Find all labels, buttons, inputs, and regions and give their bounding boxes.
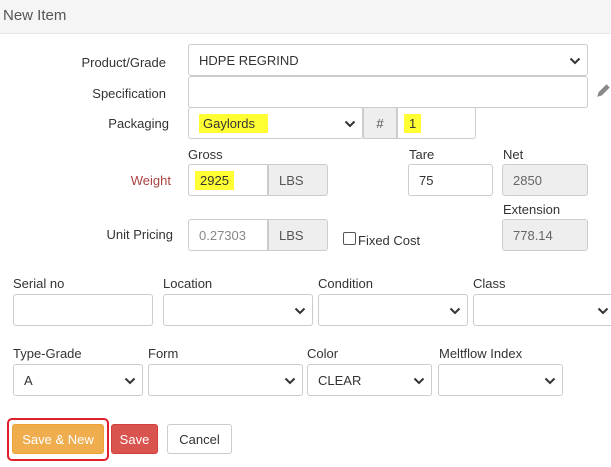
- chevron-down-icon: [569, 56, 581, 66]
- meltflow-index-select[interactable]: [438, 364, 563, 396]
- product-grade-select[interactable]: HDPE REGRIND: [188, 44, 588, 76]
- modal-header: New Item: [0, 0, 611, 34]
- type-grade-label: Type-Grade: [13, 346, 82, 361]
- unit-price-input[interactable]: 0.27303: [188, 219, 268, 251]
- modal-title: New Item: [3, 7, 67, 24]
- fixed-cost-checkbox[interactable]: [343, 232, 356, 245]
- product-grade-label: Product/Grade: [81, 55, 166, 70]
- pencil-icon[interactable]: [596, 83, 611, 101]
- meltflow-index-label: Meltflow Index: [439, 346, 523, 361]
- class-select[interactable]: [473, 294, 611, 326]
- packaging-select[interactable]: Gaylords: [188, 107, 363, 139]
- packaging-label: Packaging: [108, 116, 169, 131]
- class-label: Class: [473, 276, 506, 291]
- serial-no-label: Serial no: [13, 276, 65, 291]
- form-label: Form: [148, 346, 179, 361]
- gross-label: Gross: [188, 147, 223, 162]
- cancel-button[interactable]: Cancel: [167, 424, 232, 454]
- color-value: CLEAR: [318, 372, 362, 388]
- chevron-down-icon: [413, 376, 425, 386]
- save-and-new-button[interactable]: Save & New: [12, 424, 104, 454]
- extension-label: Extension: [503, 202, 561, 217]
- chevron-down-icon: [597, 306, 609, 316]
- specification-input[interactable]: [188, 76, 588, 108]
- chevron-down-icon: [344, 119, 356, 129]
- gross-weight-value: 2925: [195, 170, 234, 190]
- extension-field: 778.14: [502, 219, 588, 251]
- form-select[interactable]: [148, 364, 303, 396]
- net-weight-field: 2850: [502, 164, 588, 196]
- condition-label: Condition: [318, 276, 373, 291]
- color-label: Color: [307, 346, 339, 361]
- tare-input[interactable]: 75: [408, 164, 493, 196]
- color-select[interactable]: CLEAR: [307, 364, 432, 396]
- packaging-value: Gaylords: [199, 113, 269, 133]
- tare-label: Tare: [409, 147, 435, 162]
- weight-label: Weight: [130, 173, 171, 188]
- specification-label: Specification: [92, 86, 166, 101]
- packaging-count-value: 1: [404, 113, 422, 133]
- location-select[interactable]: [163, 294, 313, 326]
- type-grade-value: A: [24, 372, 33, 388]
- save-button[interactable]: Save: [111, 424, 158, 454]
- packaging-count-input[interactable]: 1: [397, 107, 476, 139]
- serial-no-input[interactable]: [13, 294, 153, 326]
- chevron-down-icon: [294, 306, 306, 316]
- product-grade-value: HDPE REGRIND: [199, 52, 299, 68]
- condition-select[interactable]: [318, 294, 468, 326]
- gross-unit: LBS: [268, 164, 328, 196]
- type-grade-select[interactable]: A: [13, 364, 143, 396]
- chevron-down-icon: [284, 376, 296, 386]
- chevron-down-icon: [449, 306, 461, 316]
- chevron-down-icon: [544, 376, 556, 386]
- net-label: Net: [503, 147, 524, 162]
- chevron-down-icon: [124, 376, 136, 386]
- location-label: Location: [163, 276, 213, 291]
- unit-price-unit: LBS: [268, 219, 328, 251]
- packaging-count-prefix: #: [363, 107, 397, 139]
- unit-pricing-label: Unit Pricing: [106, 227, 173, 242]
- fixed-cost-label: Fixed Cost: [358, 233, 421, 248]
- gross-weight-input[interactable]: 2925: [188, 164, 268, 196]
